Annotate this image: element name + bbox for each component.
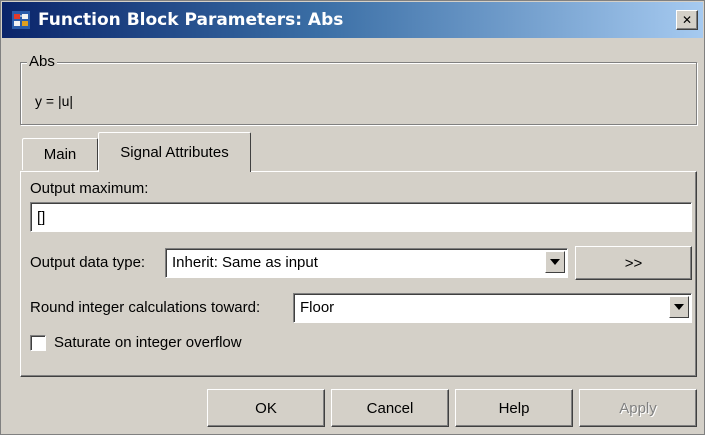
ok-button[interactable]: OK bbox=[207, 389, 325, 427]
close-button[interactable]: ✕ bbox=[676, 10, 698, 30]
help-button-label: Help bbox=[498, 399, 530, 417]
cancel-button[interactable]: Cancel bbox=[331, 389, 449, 427]
round-integer-select[interactable]: Floor bbox=[293, 293, 692, 323]
output-data-type-select[interactable]: Inherit: Same as input bbox=[165, 248, 568, 278]
data-type-assistant-button[interactable]: >> bbox=[575, 246, 692, 280]
help-button[interactable]: Help bbox=[455, 389, 573, 427]
dialog-window: Function Block Parameters: Abs ✕ Abs y =… bbox=[0, 0, 705, 435]
output-maximum-value: [] bbox=[37, 208, 46, 226]
round-integer-value: Floor bbox=[300, 299, 335, 316]
output-data-type-label: Output data type: bbox=[30, 254, 146, 271]
chevron-down-icon[interactable] bbox=[545, 251, 565, 273]
output-data-type-value: Inherit: Same as input bbox=[172, 254, 318, 271]
close-icon: ✕ bbox=[681, 13, 693, 27]
saturate-label[interactable]: Saturate on integer overflow bbox=[54, 334, 242, 351]
tab-main-label: Main bbox=[43, 146, 77, 163]
block-name-legend: Abs bbox=[27, 53, 57, 70]
simulink-block-icon bbox=[12, 11, 30, 29]
block-formula: y = |u| bbox=[35, 93, 74, 109]
window-title: Function Block Parameters: Abs bbox=[38, 10, 344, 30]
output-maximum-label: Output maximum: bbox=[30, 180, 149, 197]
output-maximum-input[interactable]: [] bbox=[30, 202, 692, 232]
apply-button-label: Apply bbox=[619, 399, 657, 417]
signal-attributes-panel: Output maximum: [] Output data type: Inh… bbox=[20, 171, 697, 377]
saturate-checkbox[interactable] bbox=[30, 335, 46, 351]
chevron-down-icon[interactable] bbox=[669, 296, 689, 318]
tab-signal-attributes-label: Signal Attributes bbox=[120, 144, 229, 161]
title-bar[interactable]: Function Block Parameters: Abs ✕ bbox=[2, 2, 703, 38]
data-type-assistant-label: >> bbox=[624, 254, 643, 272]
block-description-group: Abs y = |u| bbox=[20, 53, 697, 125]
round-integer-label: Round integer calculations toward: bbox=[30, 299, 261, 316]
ok-button-label: OK bbox=[255, 399, 277, 417]
tab-main[interactable]: Main bbox=[22, 138, 98, 170]
cancel-button-label: Cancel bbox=[366, 399, 414, 417]
tab-signal-attributes[interactable]: Signal Attributes bbox=[98, 132, 251, 172]
apply-button[interactable]: Apply bbox=[579, 389, 697, 427]
